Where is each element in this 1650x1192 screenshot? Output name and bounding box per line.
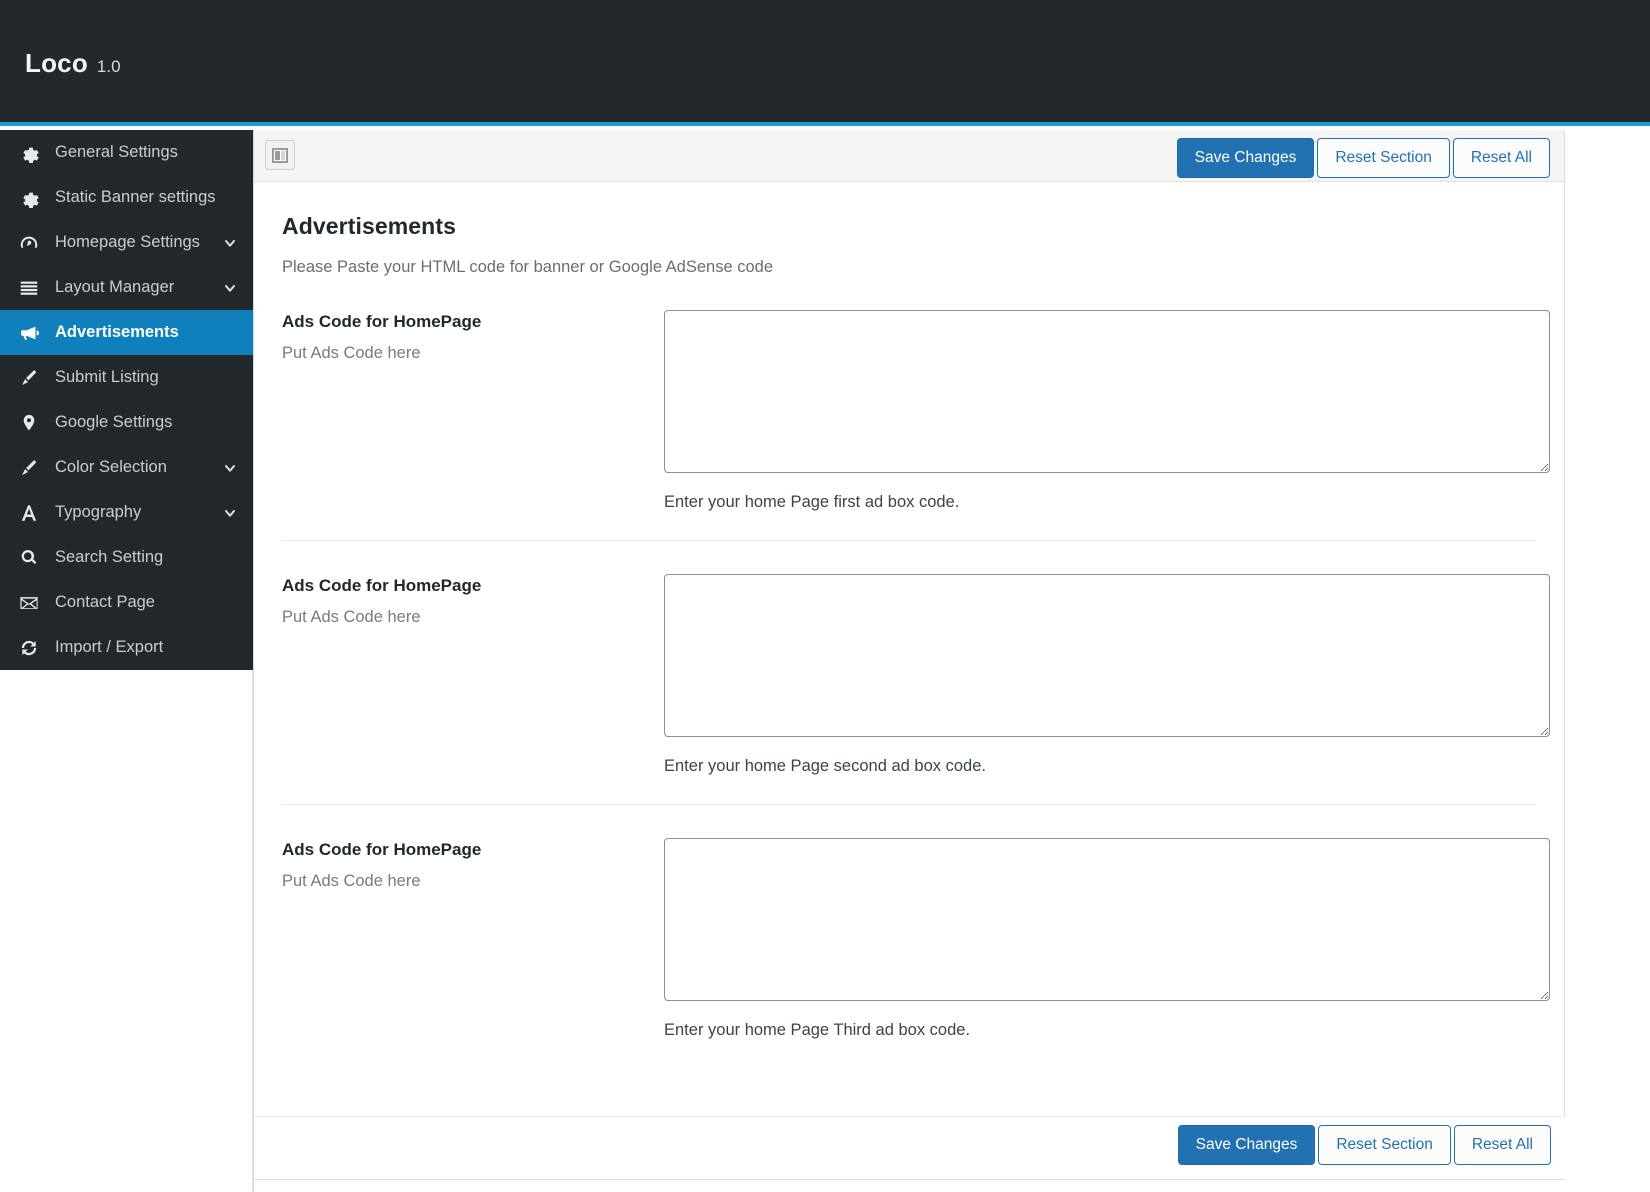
save-changes-button-top[interactable]: Save Changes [1176, 138, 1315, 178]
sidebar-item-label: Import / Export [55, 638, 164, 656]
save-changes-button-bottom[interactable]: Save Changes [1177, 1125, 1316, 1165]
panel-toolbar: Save Changes Reset Section Reset All [254, 130, 1564, 182]
ads-field-row: Ads Code for HomePage Put Ads Code here En… [282, 541, 1550, 805]
letter-a-icon [18, 502, 48, 524]
ads-code-textarea[interactable] [664, 310, 1550, 473]
reset-all-button-top[interactable]: Reset All [1452, 138, 1550, 178]
app-header: Loco 1.0 [0, 0, 1650, 126]
sidebar-item-label: General Settings [55, 143, 178, 161]
panel-layout-toggle-button[interactable] [265, 140, 295, 170]
gear-icon [18, 142, 48, 164]
sidebar-item-advertisements[interactable]: Advertisements [0, 310, 253, 355]
envelope-icon [18, 592, 48, 614]
field-label-group: Ads Code for HomePage Put Ads Code here [282, 574, 664, 627]
sidebar-item-label: Google Settings [55, 413, 173, 431]
fields-container: Ads Code for HomePage Put Ads Code here En… [282, 277, 1550, 1068]
sidebar-item-static-banner-settings[interactable]: Static Banner settings [0, 175, 253, 220]
reset-section-button-top[interactable]: Reset Section [1317, 138, 1450, 178]
field-title: Ads Code for HomePage [282, 840, 482, 859]
field-label-group: Ads Code for HomePage Put Ads Code here [282, 310, 664, 363]
field-label-group: Ads Code for HomePage Put Ads Code here [282, 838, 664, 891]
sidebar-item-label: Color Selection [55, 458, 167, 476]
brush-icon [18, 367, 48, 389]
megaphone-icon [18, 322, 48, 344]
sidebar-item-label: Search Setting [55, 548, 164, 566]
search-icon [18, 547, 48, 569]
footer-actions: Save Changes Reset Section Reset All [1177, 1125, 1551, 1165]
brand-version: 1.0 [96, 57, 121, 76]
sidebar-item-general-settings[interactable]: General Settings [0, 130, 253, 175]
field-control-group: Enter your home Page Third ad box code. [664, 838, 1550, 1040]
chevron-down-icon[interactable] [221, 505, 239, 521]
sidebar-item-contact-page[interactable]: Contact Page [0, 580, 253, 625]
sidebar-nav: General Settings Static Banner settings Ho… [0, 130, 253, 670]
sidebar-item-color-selection[interactable]: Color Selection [0, 445, 253, 490]
sidebar-item-typography[interactable]: Typography [0, 490, 253, 535]
sidebar-item-label: Typography [55, 503, 142, 521]
panel-layout-icon [272, 147, 288, 163]
sidebar-item-label: Layout Manager [55, 278, 175, 296]
sidebar-item-layout-manager[interactable]: Layout Manager [0, 265, 253, 310]
ads-code-textarea[interactable] [664, 838, 1550, 1001]
sidebar-item-homepage-settings[interactable]: Homepage Settings [0, 220, 253, 265]
gauge-icon [18, 232, 48, 254]
chevron-down-icon[interactable] [221, 235, 239, 251]
chevron-down-icon[interactable] [221, 460, 239, 476]
brand: Loco 1.0 [25, 48, 121, 79]
sidebar-item-google-settings[interactable]: Google Settings [0, 400, 253, 445]
sidebar-item-label: Homepage Settings [55, 233, 200, 251]
field-description: Enter your home Page first ad box code. [664, 493, 960, 511]
field-control-group: Enter your home Page second ad box code. [664, 574, 1550, 776]
sidebar-item-search-setting[interactable]: Search Setting [0, 535, 253, 580]
sidebar-item-import-export[interactable]: Import / Export [0, 625, 253, 670]
sidebar-item-label: Submit Listing [55, 368, 159, 386]
brand-name: Loco [25, 48, 88, 78]
ads-field-row: Ads Code for HomePage Put Ads Code here En… [282, 805, 1550, 1068]
reset-section-button-bottom[interactable]: Reset Section [1318, 1125, 1451, 1165]
toolbar-actions: Save Changes Reset Section Reset All [1176, 138, 1550, 178]
field-description: Enter your home Page second ad box code. [664, 757, 986, 775]
refresh-icon [18, 637, 48, 659]
ads-code-textarea[interactable] [664, 574, 1550, 737]
sidebar-item-label: Contact Page [55, 593, 155, 611]
brush-icon [18, 457, 48, 479]
field-control-group: Enter your home Page first ad box code. [664, 310, 1550, 512]
field-title: Ads Code for HomePage [282, 576, 482, 595]
reset-all-button-bottom[interactable]: Reset All [1453, 1125, 1551, 1165]
ads-field-row: Ads Code for HomePage Put Ads Code here En… [282, 277, 1550, 541]
field-hint: Put Ads Code here [282, 608, 421, 626]
gear-icon [18, 187, 48, 209]
page-subtitle: Please Paste your HTML code for banner o… [282, 258, 774, 276]
sidebar: General Settings Static Banner settings Ho… [0, 130, 253, 1192]
admin-options-page: Loco 1.0 General Settings Static Banner se… [0, 0, 1650, 1192]
field-title: Ads Code for HomePage [282, 312, 482, 331]
options-panel: Save Changes Reset Section Reset All Adv… [254, 130, 1565, 1180]
field-description: Enter your home Page Third ad box code. [664, 1021, 971, 1039]
field-hint: Put Ads Code here [282, 344, 421, 362]
sidebar-item-label: Advertisements [55, 323, 179, 341]
panel-footer: Save Changes Reset Section Reset All [254, 1116, 1565, 1179]
panel-body: Advertisements Please Paste your HTML co… [254, 182, 1564, 1068]
map-pin-icon [18, 412, 48, 434]
field-hint: Put Ads Code here [282, 872, 421, 890]
sidebar-item-label: Static Banner settings [55, 188, 216, 206]
layers-icon [18, 277, 48, 299]
chevron-down-icon[interactable] [221, 280, 239, 296]
page-title: Advertisements [282, 213, 456, 239]
content-area: Save Changes Reset Section Reset All Adv… [253, 130, 1650, 1192]
sidebar-item-submit-listing[interactable]: Submit Listing [0, 355, 253, 400]
